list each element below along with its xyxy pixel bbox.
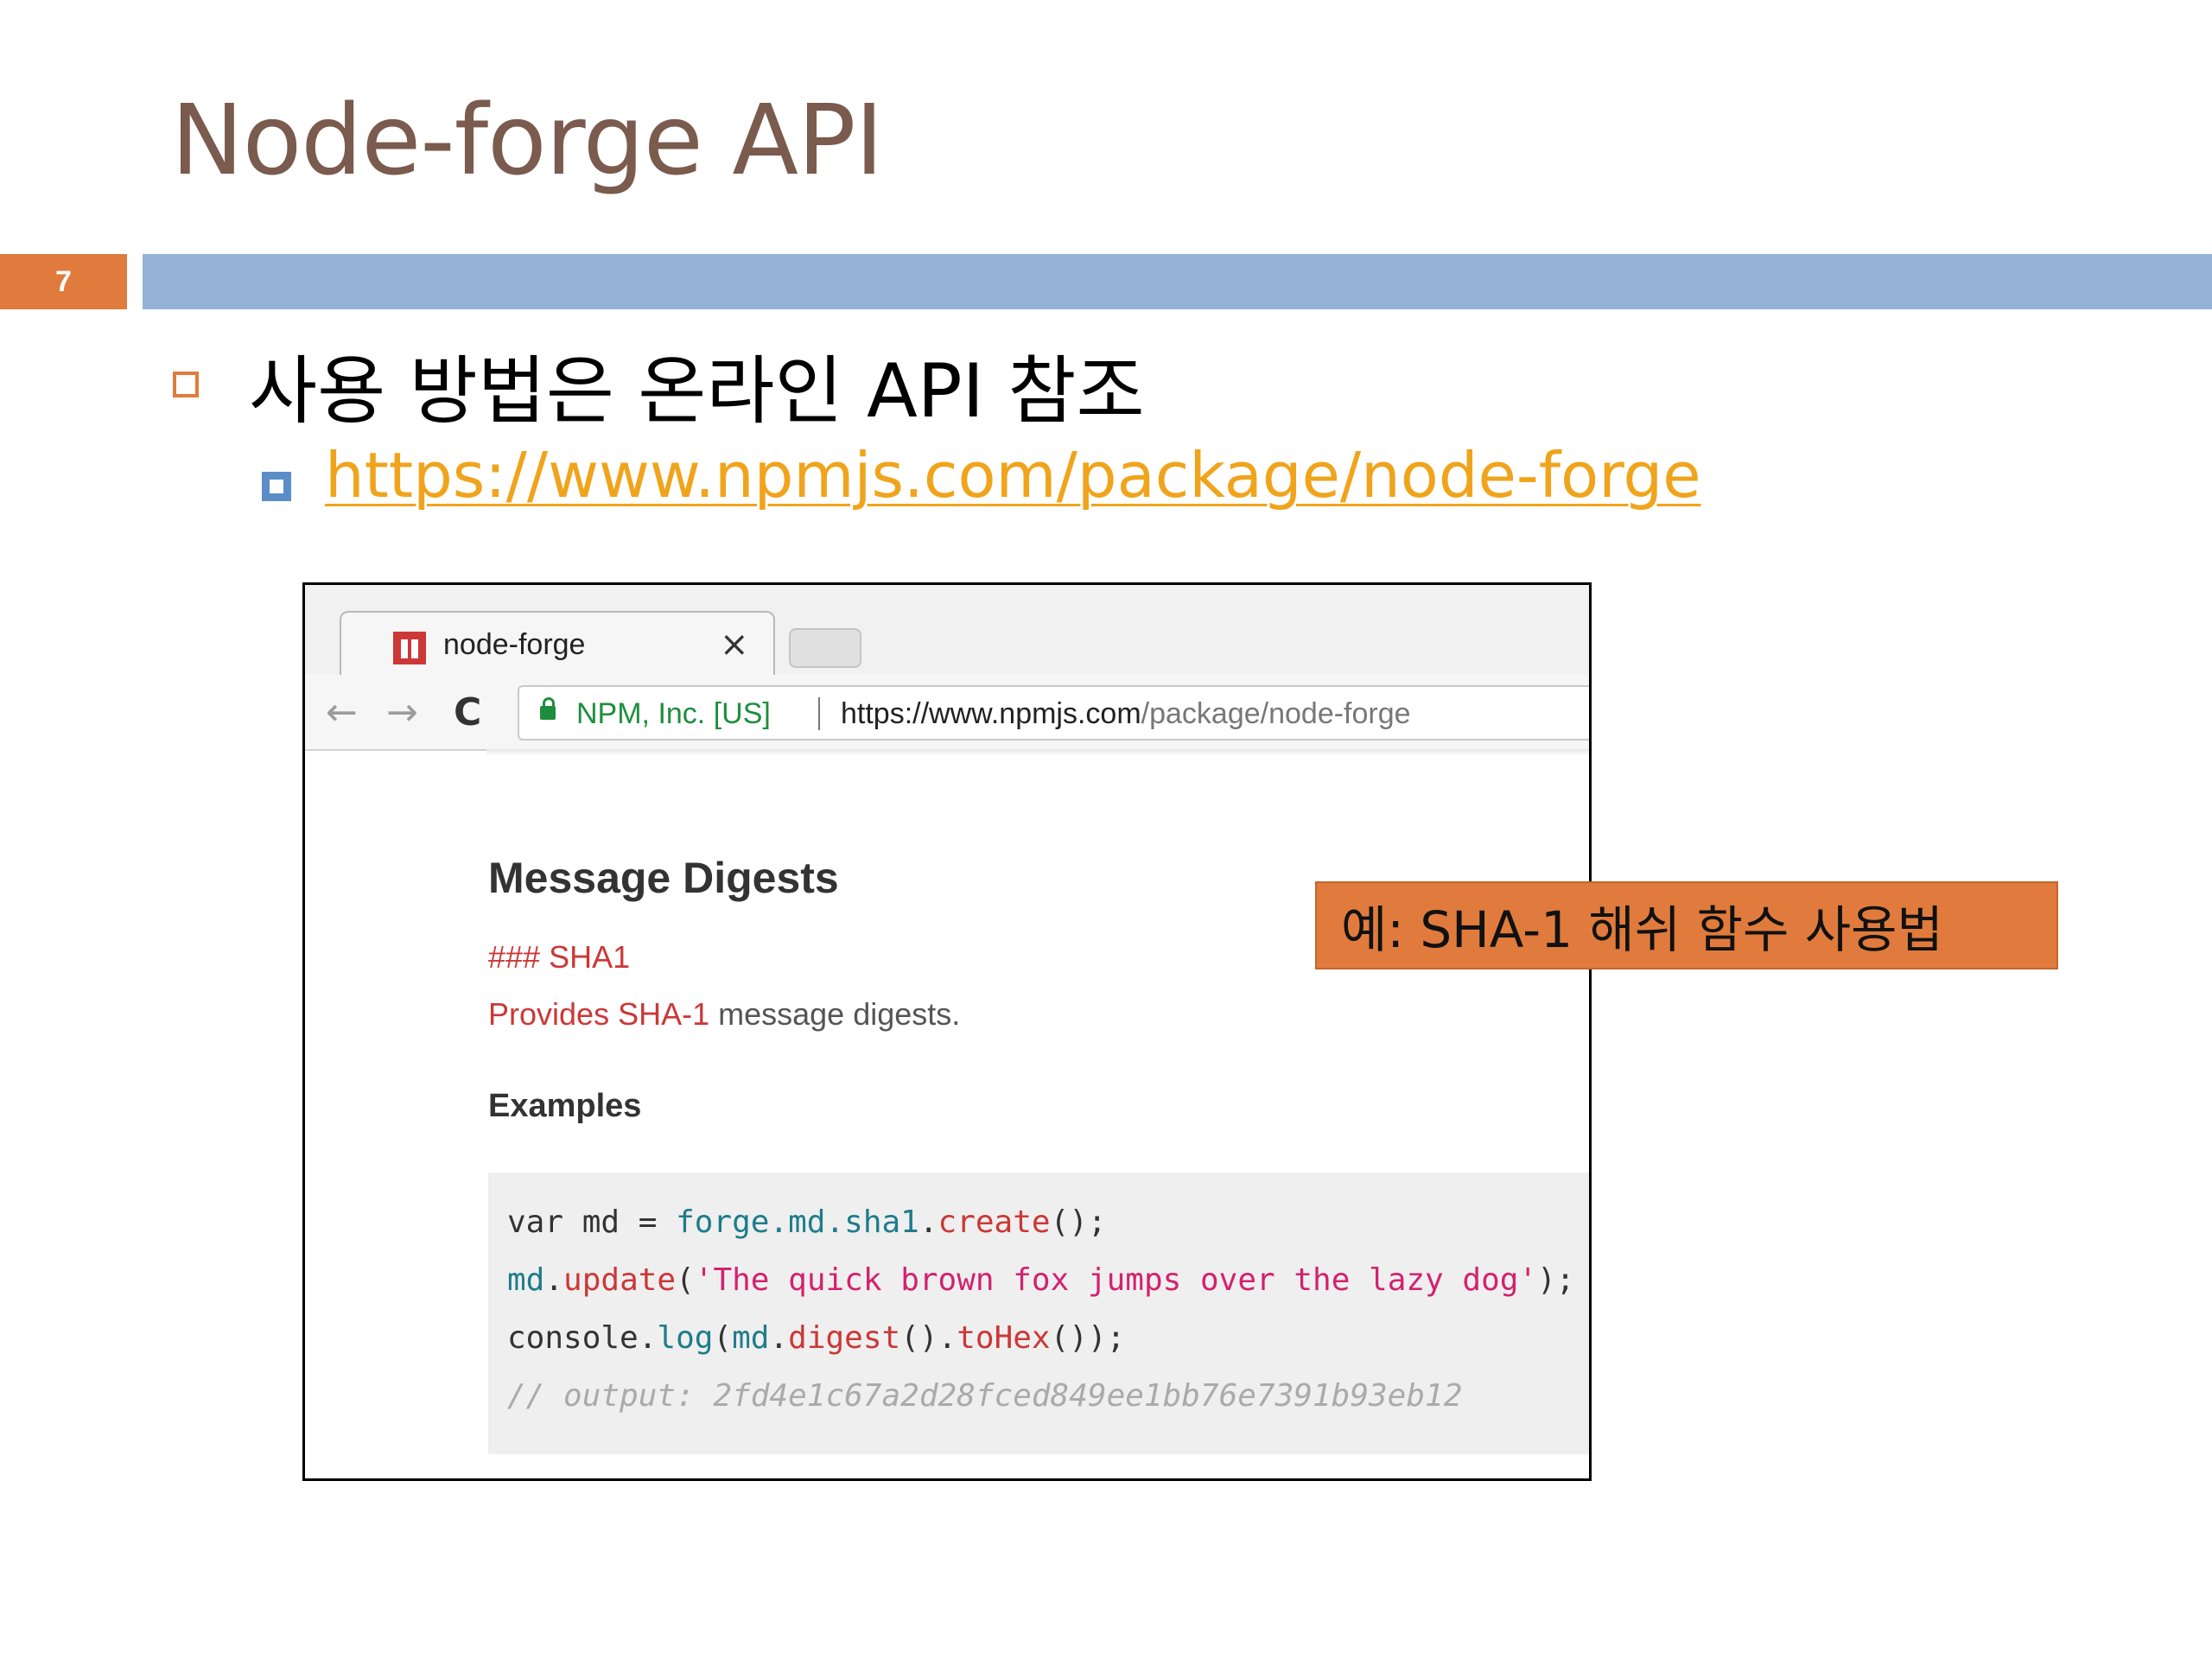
npm-link[interactable]: https://www.npmjs.com/package/node-forge <box>325 439 1701 512</box>
npm-favicon-icon <box>393 632 426 664</box>
code-line-3: console.log(md.digest().toHex()); <box>507 1320 1126 1356</box>
slide-title: Node-forge API <box>171 85 884 197</box>
new-tab-button[interactable] <box>789 628 861 668</box>
tab-title: node-forge <box>443 628 586 661</box>
code-line-1: var md = forge.md.sha1.create(); <box>507 1205 1107 1240</box>
tab-close-icon[interactable]: × <box>720 625 749 664</box>
browser-tab[interactable]: node-forge × <box>340 611 775 677</box>
browser-screenshot: node-forge × ← → C NPM, Inc. [US] https:… <box>302 582 1592 1481</box>
code-lines: var md = forge.md.sha1.create(); md.upda… <box>507 1193 1574 1425</box>
certificate-org: NPM, Inc. [US] <box>576 697 771 730</box>
bullet-square-icon <box>173 372 199 397</box>
code-line-2: md.update('The quick brown fox jumps ove… <box>507 1262 1575 1298</box>
code-block: var md = forge.md.sha1.create(); md.upda… <box>488 1173 1589 1454</box>
address-bar[interactable]: NPM, Inc. [US] https://www.npmjs.com/pac… <box>518 685 1589 741</box>
omnibox-separator <box>818 697 820 730</box>
tab-strip: node-forge × <box>305 585 1589 677</box>
sha1-description-emphasis: Provides SHA-1 <box>488 996 710 1032</box>
bullet-text: 사용 방법은 온라인 API 참조 <box>249 348 1145 435</box>
lock-icon <box>540 697 556 720</box>
content-divider <box>486 749 1589 756</box>
section-heading: Message Digests <box>488 854 839 902</box>
sha1-description-rest: message digests. <box>709 996 961 1032</box>
code-line-4-comment: // output: 2fd4e1c67a2d28fced849ee1bb76e… <box>507 1378 1463 1414</box>
back-arrow-icon[interactable]: ← <box>326 690 358 734</box>
url-path: /package/node-forge <box>1141 697 1411 730</box>
sha1-description: Provides SHA-1 message digests. <box>488 996 960 1033</box>
slide-number: 7 <box>0 254 127 309</box>
header-band <box>143 254 2212 309</box>
examples-heading: Examples <box>488 1088 642 1124</box>
browser-toolbar: ← → C NPM, Inc. [US] https://www.npmjs.c… <box>305 675 1589 751</box>
url-text: https://www.npmjs.com/package/node-forge <box>841 697 1411 731</box>
reload-icon[interactable]: C <box>454 690 481 734</box>
url-host: https://www.npmjs.com <box>841 697 1141 730</box>
callout-box: 예: SHA-1 해쉬 함수 사용법 <box>1315 881 2058 969</box>
sha1-heading: ### SHA1 <box>488 939 631 975</box>
sub-bullet-square-icon <box>262 472 291 501</box>
forward-arrow-icon[interactable]: → <box>386 690 418 734</box>
